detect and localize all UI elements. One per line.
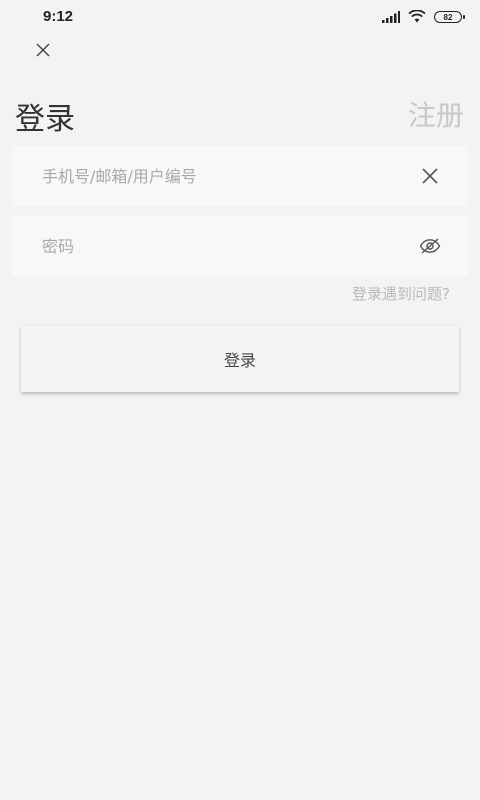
login-help-link[interactable]: 登录遇到问题?	[352, 283, 450, 304]
login-button[interactable]: 登录	[21, 326, 459, 392]
account-input[interactable]	[42, 146, 402, 206]
close-button[interactable]	[30, 38, 56, 64]
status-time: 9:12	[43, 8, 74, 25]
password-input[interactable]	[42, 216, 402, 276]
password-field-container	[12, 216, 468, 276]
register-link[interactable]: 注册	[408, 94, 464, 134]
signal-icon	[382, 8, 400, 27]
eye-off-icon[interactable]	[418, 234, 442, 258]
status-icons: 82	[382, 8, 465, 27]
account-field-container	[12, 146, 468, 206]
wifi-icon	[408, 8, 426, 27]
close-icon	[36, 42, 50, 61]
battery-indicator: 82	[434, 11, 465, 23]
page-title: 登录	[15, 102, 75, 137]
clear-icon[interactable]	[418, 164, 442, 188]
battery-level: 82	[443, 12, 453, 22]
status-bar: 9:12 82	[0, 0, 480, 34]
